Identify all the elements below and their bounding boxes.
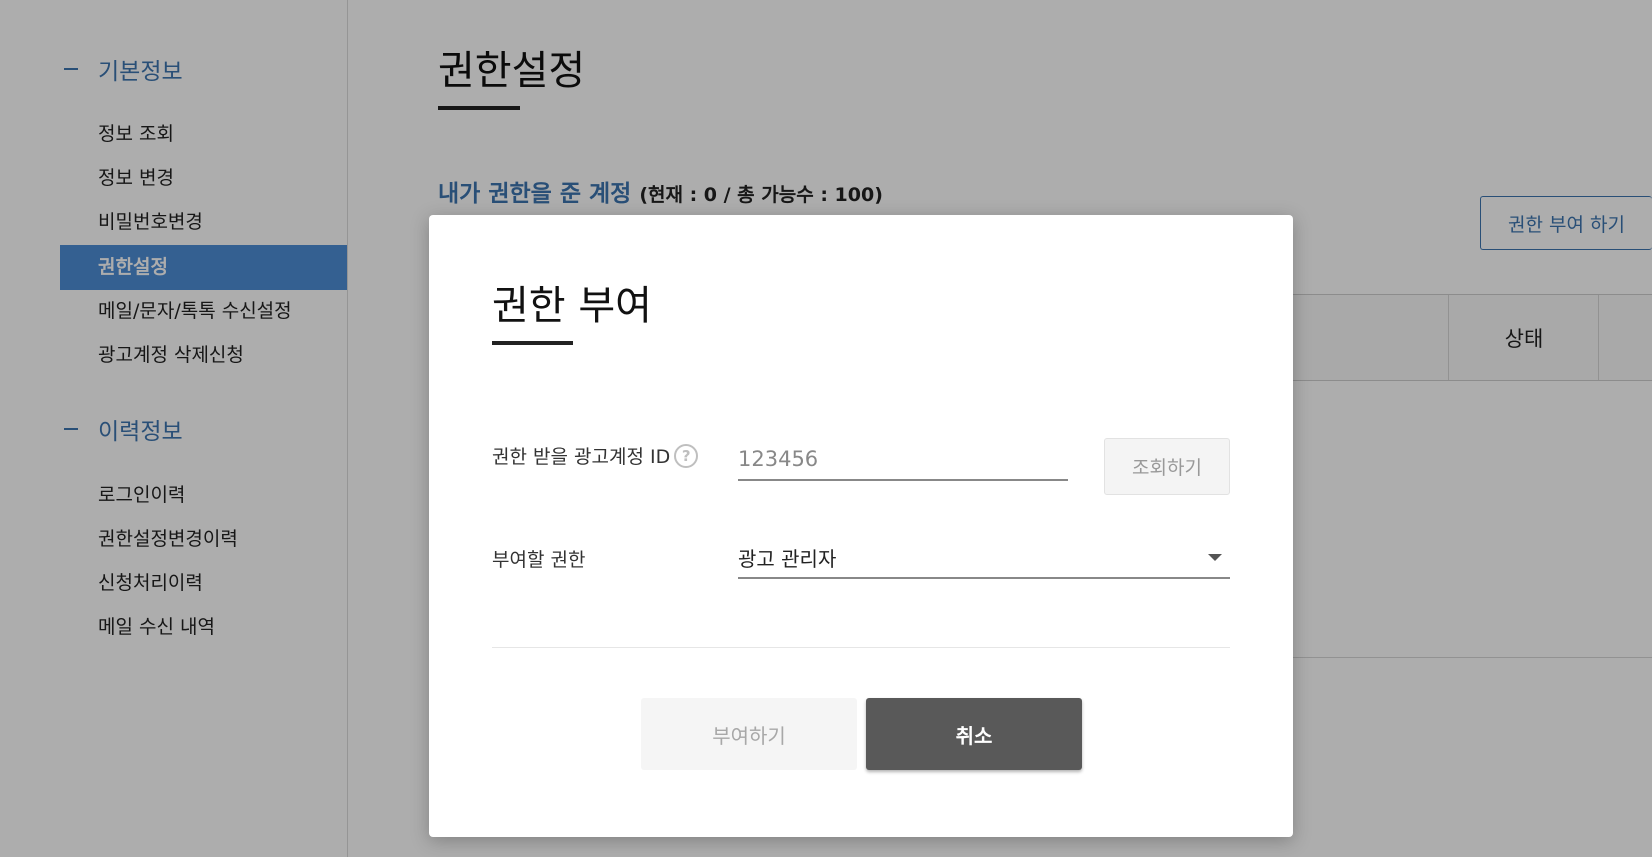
modal-title-underline [492, 341, 573, 345]
modal-title: 권한 부여 [492, 283, 652, 329]
lookup-button[interactable]: 조회하기 [1104, 438, 1230, 495]
grant-submit-button[interactable]: 부여하기 [641, 698, 857, 770]
chevron-down-icon [1208, 553, 1222, 561]
modal-divider [492, 647, 1230, 648]
account-id-input[interactable] [738, 439, 1068, 481]
cancel-button[interactable]: 취소 [866, 698, 1082, 770]
role-label: 부여할 권한 [492, 549, 586, 571]
grant-permission-modal: 권한 부여 권한 받을 광고계정 ID ? 조회하기 부여할 권한 광고 관리자… [429, 215, 1293, 837]
role-select[interactable]: 광고 관리자 [738, 537, 1230, 579]
account-id-label-row: 권한 받을 광고계정 ID ? [492, 442, 699, 469]
account-id-label: 권한 받을 광고계정 ID [492, 446, 671, 468]
role-selected-value: 광고 관리자 [738, 546, 837, 571]
help-icon[interactable]: ? [674, 443, 699, 468]
page: 기본정보 정보 조회 정보 변경 비밀번호변경 권한설정 메일/문자/톡톡 수신… [0, 0, 1652, 857]
